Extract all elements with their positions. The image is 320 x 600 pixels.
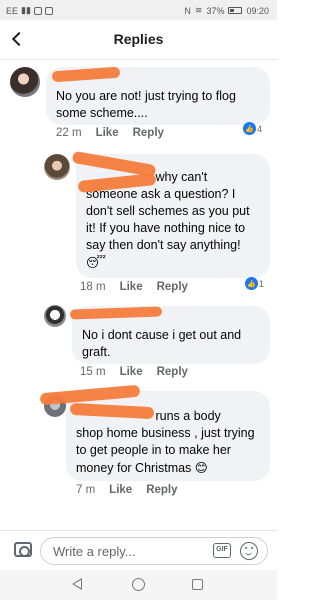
- like-button[interactable]: Like: [120, 366, 143, 378]
- comment-time: 15 m: [80, 366, 106, 378]
- gif-icon[interactable]: GIF: [213, 543, 231, 558]
- emoji: 😴: [86, 255, 107, 270]
- like-button[interactable]: Like: [96, 127, 119, 139]
- comment-bubble[interactable]: why can't someone ask a question? I don'…: [76, 154, 270, 278]
- status-bar: EE ▮▮ N ≋ 37% 09:20: [0, 0, 277, 20]
- comment-time: 18 m: [80, 281, 106, 293]
- carrier-label: EE: [6, 5, 19, 16]
- reaction-count: 4: [257, 123, 263, 134]
- reply-placeholder: Write a reply...: [53, 544, 136, 559]
- comment-text: shop home business , just trying to get …: [76, 426, 255, 475]
- camera-icon[interactable]: [14, 542, 32, 557]
- reply-button[interactable]: Reply: [133, 127, 164, 139]
- nfc-icon: N: [184, 5, 191, 16]
- avatar[interactable]: [10, 67, 40, 97]
- smiley-icon[interactable]: [240, 542, 258, 560]
- like-button[interactable]: Like: [120, 281, 143, 293]
- comment-actions: 22 m Like Reply: [56, 127, 164, 139]
- reaction-summary[interactable]: 👍 4: [243, 122, 262, 135]
- thumbs-up-icon: 👍: [245, 277, 258, 290]
- battery-icon: [228, 7, 243, 14]
- comment-actions: 15 m Like Reply: [80, 366, 188, 378]
- like-button[interactable]: Like: [109, 484, 132, 496]
- nav-home-icon[interactable]: [132, 578, 145, 591]
- battery-percent: 37%: [206, 5, 225, 16]
- page-title: Replies: [113, 31, 164, 47]
- nav-back-icon[interactable]: [72, 578, 82, 590]
- header: Replies: [0, 20, 277, 60]
- comment-time: 7 m: [76, 484, 96, 496]
- reaction-count: 1: [259, 278, 265, 289]
- emoji: 😊: [194, 460, 208, 475]
- wifi-icon: ≋: [194, 5, 203, 15]
- notification-icon: [33, 6, 42, 15]
- comment-text: No you are not! just trying to flog some…: [56, 89, 236, 120]
- avatar[interactable]: [44, 305, 66, 327]
- comment-text-start: why can't: [155, 170, 208, 184]
- nav-recents-icon[interactable]: [192, 579, 203, 590]
- status-right: N ≋ 37% 09:20: [184, 5, 269, 16]
- signal-icon: ▮▮: [21, 5, 31, 15]
- reply-button[interactable]: Reply: [157, 281, 188, 293]
- reply-composer: Write a reply... GIF: [0, 530, 277, 570]
- reply-button[interactable]: Reply: [157, 366, 188, 378]
- status-left: EE ▮▮: [6, 5, 53, 16]
- system-nav-bar: [0, 570, 277, 600]
- comment-text: someone ask a question? I don't sell sch…: [86, 187, 250, 252]
- comment-actions: 18 m Like Reply: [80, 281, 188, 293]
- thumbs-up-icon: 👍: [243, 122, 256, 135]
- comment-actions: 7 m Like Reply: [76, 484, 178, 496]
- comment-text-start: runs a body: [155, 409, 221, 423]
- replies-list[interactable]: No you are not! just trying to flog some…: [0, 61, 277, 530]
- comment-text: No i dont cause i get out and graft.: [82, 328, 242, 359]
- notification-icon: [44, 6, 53, 15]
- reaction-summary[interactable]: 👍 1: [245, 277, 264, 290]
- comment-time: 22 m: [56, 127, 82, 139]
- avatar[interactable]: [44, 154, 70, 180]
- reply-button[interactable]: Reply: [146, 484, 177, 496]
- clock: 09:20: [246, 5, 269, 16]
- reply-input[interactable]: Write a reply... GIF: [40, 537, 268, 565]
